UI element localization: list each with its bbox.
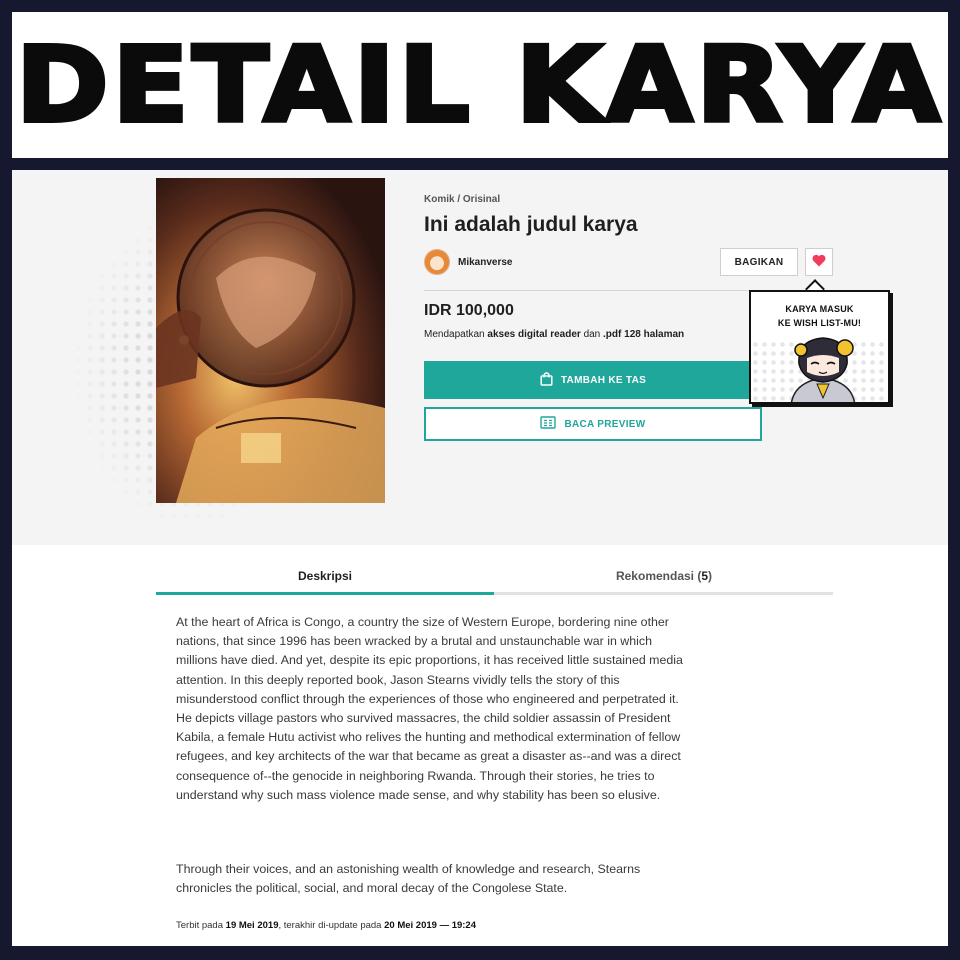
access-prefix: Mendapatkan <box>424 329 485 340</box>
work-category[interactable]: Komik / Orisinal <box>424 194 500 205</box>
published-date: 19 Mei 2019 <box>225 920 279 931</box>
tab-recommendation-close: ) <box>708 569 713 583</box>
wishlist-toast: KARYA MASUK KE WISH LIST-MU! <box>749 290 890 404</box>
toast-line-1: KARYA MASUK <box>785 304 854 314</box>
heart-icon <box>812 254 826 270</box>
work-title: Ini adalah judul karya <box>424 213 638 236</box>
toast-line-2: KE WISH LIST-MU! <box>777 318 862 328</box>
author-avatar[interactable] <box>424 249 450 275</box>
work-detail-panel: Komik / Orisinal Ini adalah judul karya … <box>12 170 948 946</box>
add-to-bag-button[interactable]: TAMBAH KE TAS <box>424 361 762 399</box>
shopping-bag-icon <box>540 371 553 389</box>
price: IDR 100,000 <box>424 302 514 319</box>
cover-image[interactable] <box>156 178 385 503</box>
published-prefix: Terbit pada <box>176 920 224 931</box>
hero-section: Komik / Orisinal Ini adalah judul karya … <box>12 170 948 545</box>
description-paragraph: Through their voices, and an astonishing… <box>176 862 641 896</box>
author-name[interactable]: Mikanverse <box>458 257 512 268</box>
updated-prefix: , terakhir di-update pada <box>278 920 382 931</box>
publish-info: Terbit pada 19 Mei 2019, terakhir di-upd… <box>176 920 476 931</box>
description-paragraph: At the heart of Africa is Congo, a count… <box>176 615 683 802</box>
add-to-bag-label: TAMBAH KE TAS <box>560 374 647 386</box>
divider <box>424 290 762 291</box>
tab-underline-active <box>156 592 494 595</box>
updated-date: 20 Mei 2019 — 19:24 <box>384 920 477 931</box>
read-preview-button[interactable]: BACA PREVIEW <box>424 407 762 441</box>
banner-title: DETAIL KARYA <box>14 22 944 148</box>
banner: DETAIL KARYA <box>12 12 948 158</box>
tab-recommendation-label: Rekomendasi <box>615 569 694 583</box>
access-middle: dan <box>583 329 601 340</box>
book-preview-icon <box>540 416 557 432</box>
mascot-illustration <box>781 334 865 402</box>
read-preview-label: BACA PREVIEW <box>564 418 646 430</box>
access-pages: .pdf 128 halaman <box>603 329 685 340</box>
share-button[interactable]: BAGIKAN <box>720 248 798 276</box>
access-reader: akses digital reader <box>487 329 581 340</box>
access-info: Mendapatkan akses digital reader dan .pd… <box>424 329 684 340</box>
wishlist-button[interactable] <box>805 248 833 276</box>
